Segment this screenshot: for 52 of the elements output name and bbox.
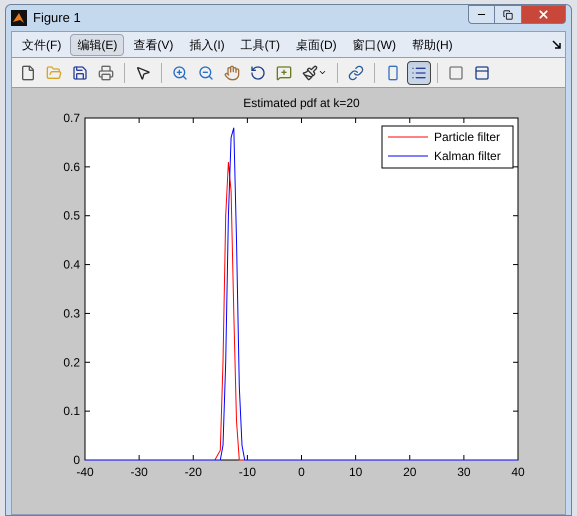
- y-tick-label: 0: [73, 453, 80, 467]
- printer-icon: [98, 64, 114, 80]
- legend-label: Kalman filter: [434, 149, 501, 163]
- menu-item[interactable]: 帮助(H): [404, 34, 460, 56]
- restore-icon: [503, 10, 513, 20]
- app-logo-icon: [11, 10, 27, 26]
- legend-line: [388, 136, 428, 138]
- hand-icon: [224, 64, 240, 80]
- menu-item[interactable]: 工具(T): [234, 34, 287, 56]
- y-tick-label: 0.3: [63, 306, 80, 320]
- legend-label: Particle filter: [434, 130, 500, 144]
- x-tick-label: 40: [511, 465, 525, 479]
- x-tick-label: 10: [348, 465, 362, 479]
- menu-item[interactable]: 窗口(W): [346, 34, 403, 56]
- data-cursor-icon: [276, 64, 292, 80]
- y-tick-label: 0.4: [63, 258, 80, 272]
- close-icon: [537, 8, 550, 21]
- y-tick-label: 0.6: [63, 160, 80, 174]
- maximize-button[interactable]: [495, 5, 521, 24]
- x-tick-label: 0: [298, 465, 305, 479]
- x-tick-label: 30: [457, 465, 471, 479]
- x-tick-label: -40: [76, 465, 94, 479]
- chart-title: Estimated pdf at k=20: [243, 96, 360, 110]
- legend-icon: [411, 64, 427, 80]
- document-icon: [20, 64, 36, 80]
- menu-item[interactable]: 编辑(E): [70, 34, 124, 56]
- y-tick-label: 0.2: [63, 355, 80, 370]
- y-tick-label: 0.1: [63, 404, 80, 418]
- folder-icon: [46, 64, 62, 80]
- dock-arrow-icon: [552, 40, 562, 50]
- legend-tool[interactable]: [407, 60, 431, 84]
- zoom-in-icon: [172, 64, 188, 80]
- close-button[interactable]: [521, 5, 566, 24]
- panel-icon: [474, 64, 490, 80]
- pointer-icon: [135, 64, 151, 80]
- brush-icon: [302, 64, 318, 80]
- x-tick-label: -20: [184, 465, 202, 479]
- x-tick-label: -10: [238, 465, 256, 479]
- window-title: Figure 1: [33, 9, 81, 28]
- caret-icon: [318, 68, 327, 77]
- x-tick-label: 20: [403, 465, 416, 479]
- menu-item[interactable]: 桌面(D): [288, 34, 344, 56]
- rotate-icon: [250, 64, 266, 80]
- x-tick-label: -30: [130, 465, 148, 479]
- zoom-out-icon: [198, 64, 214, 80]
- y-tick-label: 0.7: [63, 111, 80, 125]
- menu-item[interactable]: 查看(V): [126, 34, 180, 56]
- menu-item[interactable]: 插入(I): [182, 34, 232, 56]
- link-icon: [348, 64, 364, 80]
- square-icon: [448, 64, 464, 80]
- y-tick-label: 0.5: [63, 208, 80, 223]
- menu-item[interactable]: 文件(F): [15, 34, 68, 56]
